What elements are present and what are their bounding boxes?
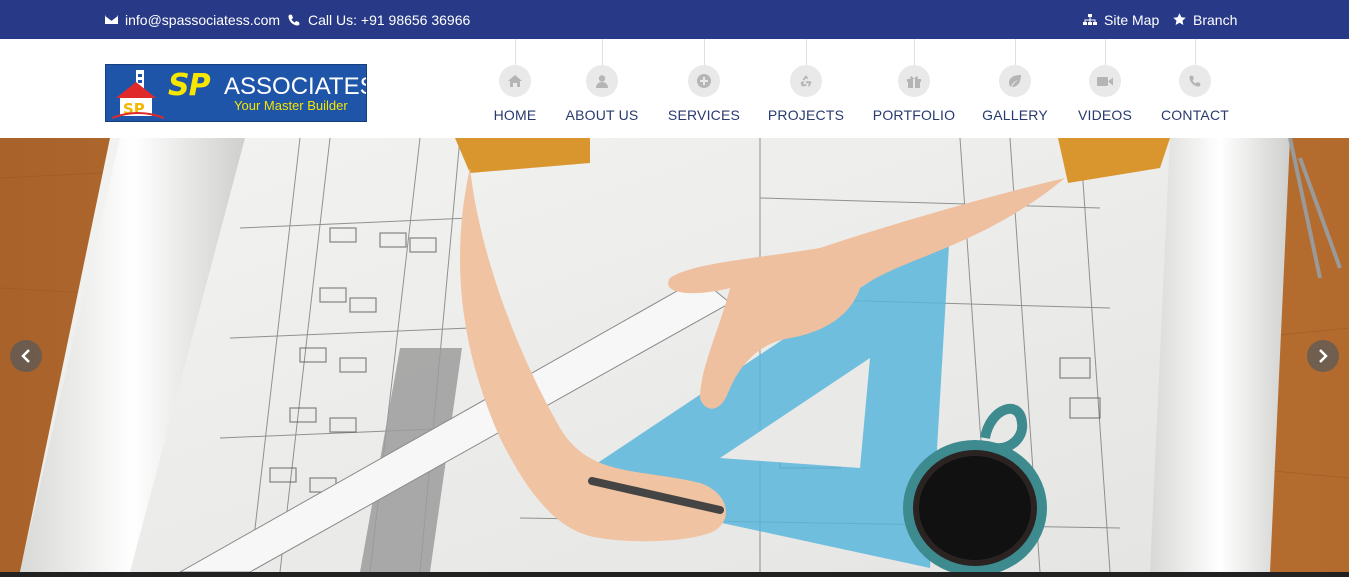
nav-projects-label: PROJECTS bbox=[767, 107, 845, 123]
sitemap-icon bbox=[1083, 13, 1097, 27]
logo-tagline: Your Master Builder bbox=[234, 98, 348, 113]
chevron-left-icon bbox=[21, 349, 30, 363]
house-logo-icon: SP bbox=[111, 70, 165, 119]
star-icon bbox=[1172, 13, 1186, 27]
nav-about-label: ABOUT US bbox=[565, 107, 639, 123]
nav-services-label: SERVICES bbox=[667, 107, 741, 123]
leaf-icon bbox=[999, 65, 1031, 97]
sitemap-label: Site Map bbox=[1104, 11, 1160, 28]
recycle-icon bbox=[790, 65, 822, 97]
email-contact[interactable]: info@spassociatess.com bbox=[104, 0, 280, 39]
nav-videos[interactable]: VIDEOS bbox=[1076, 39, 1134, 138]
nav-home-label: HOME bbox=[493, 107, 537, 123]
hero-bottom-strip bbox=[0, 572, 1349, 577]
video-camera-icon bbox=[1089, 65, 1121, 97]
nav-portfolio[interactable]: PORTFOLIO bbox=[872, 39, 956, 138]
hero-slider bbox=[0, 138, 1349, 572]
top-bar: info@spassociatess.com Call Us: +91 9865… bbox=[0, 0, 1349, 39]
logo-company-name: ASSOCIATES bbox=[224, 73, 367, 100]
site-header: SP SP ASSOCIATES Your Master Builder HOM… bbox=[0, 39, 1349, 138]
nav-services[interactable]: SERVICES bbox=[668, 39, 740, 138]
hero-image-blueprint bbox=[0, 138, 1349, 572]
svg-text:SP: SP bbox=[123, 100, 145, 118]
nav-about-us[interactable]: ABOUT US bbox=[566, 39, 638, 138]
slider-next-button[interactable] bbox=[1307, 340, 1339, 372]
phone-text: Call Us: +91 98656 36966 bbox=[308, 11, 471, 28]
branch-label: Branch bbox=[1193, 11, 1238, 28]
nav-home[interactable]: HOME bbox=[493, 39, 537, 138]
user-icon bbox=[586, 65, 618, 97]
nav-contact[interactable]: CONTACT bbox=[1160, 39, 1230, 138]
logo-sp-text: SP bbox=[168, 68, 211, 103]
envelope-icon bbox=[104, 13, 118, 27]
gift-icon bbox=[898, 65, 930, 97]
email-text: info@spassociatess.com bbox=[125, 11, 281, 28]
phone-contact[interactable]: Call Us: +91 98656 36966 bbox=[287, 0, 470, 39]
nav-portfolio-label: PORTFOLIO bbox=[872, 107, 956, 123]
nav-contact-label: CONTACT bbox=[1160, 107, 1230, 123]
home-icon bbox=[499, 65, 531, 97]
nav-videos-label: VIDEOS bbox=[1077, 107, 1133, 123]
slider-prev-button[interactable] bbox=[10, 340, 42, 372]
phone-icon bbox=[287, 13, 301, 27]
nav-projects[interactable]: PROJECTS bbox=[768, 39, 844, 138]
nav-gallery-label: GALLERY bbox=[982, 107, 1048, 123]
sitemap-link[interactable]: Site Map bbox=[1083, 0, 1159, 39]
branch-link[interactable]: Branch bbox=[1172, 0, 1237, 39]
chevron-right-icon bbox=[1319, 349, 1328, 363]
nav-gallery[interactable]: GALLERY bbox=[982, 39, 1048, 138]
site-logo[interactable]: SP SP ASSOCIATES Your Master Builder bbox=[105, 64, 367, 122]
phone-icon bbox=[1179, 65, 1211, 97]
plus-circle-icon bbox=[688, 65, 720, 97]
